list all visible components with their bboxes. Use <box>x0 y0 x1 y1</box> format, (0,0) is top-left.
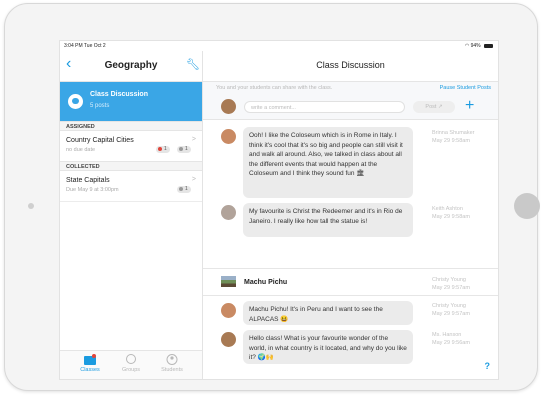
thread-meta: Christy Young May 29 9:57am <box>432 276 470 292</box>
status-time: 3:04 PM Tue Oct 2 <box>64 43 106 49</box>
alert-badge: 1 <box>156 146 170 153</box>
post-bubble[interactable]: My favourite is Christ the Redeemer and … <box>243 203 413 237</box>
class-discussion-count: 5 posts <box>90 103 110 109</box>
reply-time: May 29 9:57am <box>432 311 470 317</box>
tab-classes[interactable]: Classes <box>70 354 110 373</box>
section-assigned: ASSIGNED <box>60 121 202 131</box>
post-label: Post <box>425 104 437 110</box>
tab-label: Groups <box>121 367 141 373</box>
reply-meta: Ms. Hanson May 29 9:56am <box>432 331 470 347</box>
tab-label: Classes <box>80 367 100 373</box>
tab-students[interactable]: Students <box>152 354 192 373</box>
avatar <box>221 332 236 347</box>
item-subtitle: Due May 9 at 3:00pm <box>66 187 119 193</box>
sidebar-header: ‹ Geography 🔧︎ <box>60 51 202 82</box>
ipad-frame: 3:04 PM Tue Oct 2 ◠ 94% ‹ Geography 🔧︎ C… <box>4 3 540 391</box>
sidebar-item-class-discussion[interactable]: Class Discussion 5 posts <box>60 82 202 121</box>
battery-icon <box>484 43 493 48</box>
reply-meta: Christy Young May 29 9:57am <box>432 302 470 318</box>
groups-icon <box>126 354 136 364</box>
app-screen: 3:04 PM Tue Oct 2 ◠ 94% ‹ Geography 🔧︎ C… <box>59 40 499 380</box>
post-meta: Keith Ashton May 29 9:58am <box>432 205 470 221</box>
chat-bubble-icon <box>68 94 83 109</box>
sidebar-title: Geography <box>104 60 158 71</box>
sidebar-item-country-capital-cities[interactable]: Country Capital Cities no due date > 1 1 <box>60 131 202 162</box>
reply-bubble[interactable]: Hello class! What is your favourite wond… <box>243 330 413 364</box>
info-text: You and your students can share with the… <box>216 85 333 91</box>
front-camera <box>28 203 34 209</box>
paperclip-icon <box>179 146 183 151</box>
help-icon[interactable]: ? <box>485 361 491 371</box>
folder-icon <box>84 354 96 365</box>
chevron-right-icon: > <box>191 136 196 143</box>
post-bubble[interactable]: Ooh! I like the Coloseum which is in Rom… <box>243 127 413 198</box>
thread-thumbnail <box>221 276 236 287</box>
thread-time: May 29 9:57am <box>432 285 470 291</box>
avatar <box>221 205 236 220</box>
attachment-badge: 1 <box>177 146 191 153</box>
post-time: May 29 9:58am <box>432 214 470 220</box>
paperclip-icon <box>179 186 183 191</box>
student-icon <box>166 354 178 365</box>
reply-bubble[interactable]: Machu Pichu! It's in Peru and I want to … <box>243 301 413 325</box>
wrench-icon[interactable]: 🔧︎ <box>186 59 200 71</box>
avatar <box>221 99 236 114</box>
plus-icon[interactable]: + <box>465 96 474 116</box>
section-collected: COLLECTED <box>60 161 202 171</box>
reply-author: Ms. Hanson <box>432 332 462 338</box>
chevron-right-icon: > <box>191 176 196 183</box>
attachment-badge: 1 <box>177 186 191 193</box>
main-panel: Class Discussion You and your students c… <box>203 51 498 379</box>
page-title: Class Discussion <box>316 60 385 70</box>
alert-count: 1 <box>164 146 167 152</box>
main-header: Class Discussion <box>203 51 498 82</box>
item-subtitle: no due date <box>66 147 96 153</box>
post-author: Brinna Shumaker <box>432 130 475 136</box>
wifi-icon: ◠ <box>464 43 470 49</box>
tab-bar: Classes Groups Students <box>60 350 202 379</box>
tab-groups[interactable]: Groups <box>111 354 151 373</box>
home-button[interactable] <box>514 193 540 219</box>
post-time: May 29 9:58am <box>432 138 470 144</box>
info-bar: You and your students can share with the… <box>203 82 498 95</box>
post-meta: Brinna Shumaker May 29 9:58am <box>432 129 475 145</box>
send-icon: ↗ <box>437 104 443 110</box>
alert-icon <box>158 146 162 151</box>
avatar <box>221 129 236 144</box>
thread-header[interactable]: Machu Pichu Christy Young May 29 9:57am <box>203 268 498 296</box>
status-right: ◠ 94% <box>465 43 493 49</box>
avatar <box>221 303 236 318</box>
attachment-count: 1 <box>185 186 188 192</box>
post-author: Keith Ashton <box>432 206 463 212</box>
post-button[interactable]: Post ↗ <box>413 101 455 113</box>
reply-time: May 29 9:56am <box>432 340 470 346</box>
comment-composer: write a comment... Post ↗ + <box>203 95 498 120</box>
pause-student-posts-button[interactable]: Pause Student Posts <box>440 82 491 95</box>
battery-percent: 94% <box>470 43 481 49</box>
item-title: State Capitals <box>66 177 110 184</box>
sidebar: ‹ Geography 🔧︎ Class Discussion 5 posts … <box>60 51 203 379</box>
thread-author: Christy Young <box>432 277 466 283</box>
class-discussion-title: Class Discussion <box>90 91 148 98</box>
comment-input[interactable]: write a comment... <box>244 101 405 113</box>
status-bar: 3:04 PM Tue Oct 2 ◠ 94% <box>60 41 498 51</box>
attachment-count: 1 <box>185 146 188 152</box>
item-title: Country Capital Cities <box>66 137 134 144</box>
thread-title: Machu Pichu <box>244 279 288 286</box>
tab-label: Students <box>161 367 183 373</box>
reply-author: Christy Young <box>432 303 466 309</box>
sidebar-item-state-capitals[interactable]: State Capitals Due May 9 at 3:00pm > 1 <box>60 171 202 202</box>
